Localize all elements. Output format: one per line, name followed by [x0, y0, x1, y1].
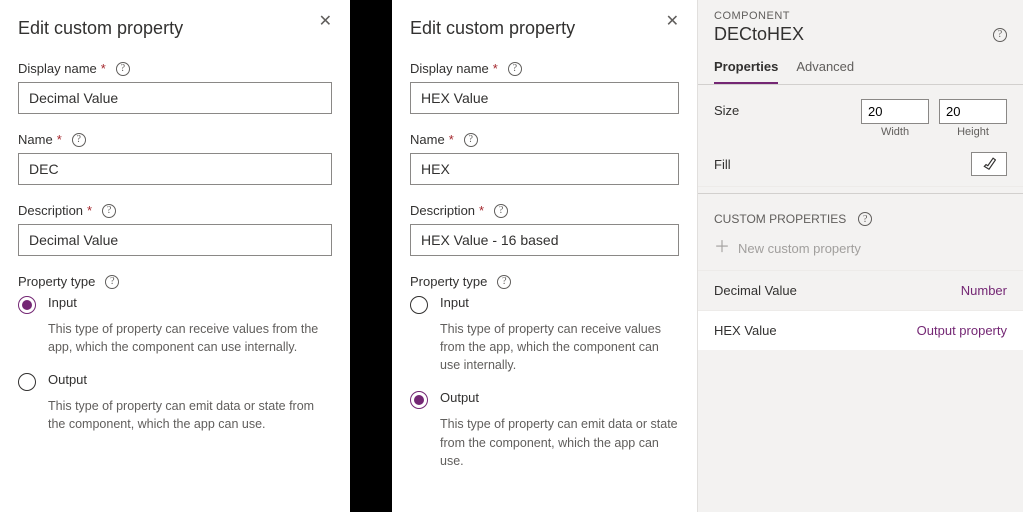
divider	[350, 0, 392, 512]
empty-area	[698, 350, 1023, 512]
radio-input[interactable]: Input	[410, 295, 679, 314]
help-icon[interactable]: ?	[494, 204, 508, 218]
component-name: DECtoHEX ?	[698, 24, 1023, 45]
help-icon[interactable]: ?	[72, 133, 86, 147]
height-label: Height	[939, 126, 1007, 138]
custom-properties-header: CUSTOM PROPERTIES ?	[698, 193, 1023, 236]
property-type-label: Property type ?	[18, 274, 332, 289]
description-label: Description* ?	[410, 203, 679, 218]
type-tag: Number	[961, 283, 1007, 298]
close-icon[interactable]: ✕	[319, 14, 332, 30]
help-icon[interactable]: ?	[105, 275, 119, 289]
tab-properties[interactable]: Properties	[714, 51, 778, 84]
display-name-input[interactable]	[410, 82, 679, 114]
fill-swatch[interactable]	[971, 152, 1007, 176]
name-input[interactable]	[410, 153, 679, 185]
help-icon[interactable]: ?	[858, 212, 872, 226]
height-input[interactable]	[939, 99, 1007, 124]
radio-input-desc: This type of property can receive values…	[48, 320, 332, 356]
type-tag: Output property	[917, 323, 1007, 338]
radio-input-desc: This type of property can receive values…	[440, 320, 679, 374]
display-name-label: Display name* ?	[410, 61, 679, 76]
radio-icon	[410, 391, 428, 409]
plus-icon: ＋	[714, 240, 730, 256]
section-label: COMPONENT	[698, 0, 1023, 22]
name-label: Name* ?	[410, 132, 679, 147]
display-name-label: Display name* ?	[18, 61, 332, 76]
name-input[interactable]	[18, 153, 332, 185]
tabs: Properties Advanced	[698, 51, 1023, 85]
help-icon[interactable]: ?	[464, 133, 478, 147]
description-input[interactable]	[410, 224, 679, 256]
edit-property-panel-left: ✕ Edit custom property Display name* ? N…	[0, 0, 350, 512]
radio-output-desc: This type of property can emit data or s…	[440, 415, 679, 469]
custom-property-item[interactable]: HEX Value Output property	[698, 310, 1023, 350]
width-input[interactable]	[861, 99, 929, 124]
help-icon[interactable]: ?	[508, 62, 522, 76]
radio-icon	[18, 373, 36, 391]
help-icon[interactable]: ?	[993, 28, 1007, 42]
radio-output[interactable]: Output	[410, 390, 679, 409]
property-type-label: Property type ?	[410, 274, 679, 289]
help-icon[interactable]: ?	[116, 62, 130, 76]
new-custom-property-button[interactable]: ＋ New custom property	[698, 236, 1023, 270]
fill-icon	[982, 157, 996, 171]
edit-property-panel-mid: ✕ Edit custom property Display name* ? N…	[392, 0, 698, 512]
fill-row: Fill	[698, 142, 1023, 187]
size-row: Size Width Height	[698, 85, 1023, 142]
radio-output-desc: This type of property can emit data or s…	[48, 397, 332, 433]
description-label: Description* ?	[18, 203, 332, 218]
radio-output[interactable]: Output	[18, 372, 332, 391]
help-icon[interactable]: ?	[102, 204, 116, 218]
panel-title: Edit custom property	[410, 18, 679, 39]
radio-input[interactable]: Input	[18, 295, 332, 314]
display-name-input[interactable]	[18, 82, 332, 114]
radio-icon	[18, 296, 36, 314]
component-properties-panel: COMPONENT DECtoHEX ? Properties Advanced…	[698, 0, 1023, 512]
description-input[interactable]	[18, 224, 332, 256]
tab-advanced[interactable]: Advanced	[796, 51, 854, 84]
close-icon[interactable]: ✕	[666, 14, 679, 30]
custom-property-item[interactable]: Decimal Value Number	[698, 270, 1023, 310]
width-label: Width	[861, 126, 929, 138]
radio-icon	[410, 296, 428, 314]
name-label: Name* ?	[18, 132, 332, 147]
help-icon[interactable]: ?	[497, 275, 511, 289]
panel-title: Edit custom property	[18, 18, 332, 39]
